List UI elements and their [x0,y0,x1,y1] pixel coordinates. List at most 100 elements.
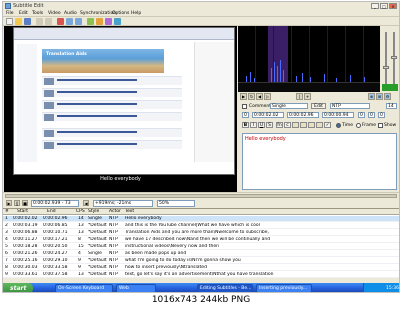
volume-slider-track[interactable] [385,32,387,88]
wave-zoom-icon[interactable]: ⊕ [368,93,375,100]
open-folder-icon[interactable] [15,18,22,25]
bold-button[interactable]: B [242,122,249,128]
taskbar-item-keyboard[interactable]: On-Screen Keyboard [55,284,113,292]
table-row[interactable]: 1 0:00:02.02 0:00:02.96 14 Single NTP He… [3,216,399,222]
table-row[interactable]: 4 0:00:11.27 0:00:17.21 8 *Default NTP w… [3,237,399,243]
replace-icon[interactable] [75,18,82,25]
play-icon[interactable]: ▶ [6,200,12,206]
step-back-icon[interactable]: ◀ [83,200,89,206]
wave-loop-icon[interactable]: ↻ [248,93,255,100]
audio-icon[interactable] [96,18,103,25]
video-frame-browser: Translation Aids [13,27,235,175]
show-label: Show [384,123,397,128]
taskbar-item-inserting[interactable]: Inserting previously... [256,284,312,292]
menu-audio[interactable]: Audio [64,11,77,16]
comment-checkbox[interactable] [242,104,247,109]
header-style[interactable]: Style [88,209,99,215]
table-row[interactable]: 7 0:00:25.16 0:00:29.10 9 *Default NTP w… [3,258,399,264]
pause-icon[interactable]: ‖ [14,200,20,206]
table-row[interactable]: 3 0:00:06.88 0:00:10.71 13 *Default NTP … [3,230,399,236]
volume-slider-knob[interactable] [383,66,389,69]
start-button[interactable]: start [3,283,33,292]
video-frame-right-column [194,42,234,162]
color-button-3[interactable] [308,122,315,128]
minimize-button[interactable]: _ [371,3,379,9]
style-select[interactable]: Single [270,103,308,109]
timing-icon[interactable] [114,18,121,25]
menu-synchronization[interactable]: Synchronization [80,11,116,16]
new-file-icon[interactable] [6,18,13,25]
color-button-2[interactable] [300,122,307,128]
margin-left-field[interactable]: 0 [358,112,365,118]
header-start[interactable]: Start [17,209,28,215]
menu-video[interactable]: Video [48,11,61,16]
wave-merge-icon[interactable]: + [304,93,311,100]
menu-tools[interactable]: Tools [32,11,43,16]
taskbar-item-editing-subtitles[interactable]: Editing Subtitles - Be... [197,284,253,292]
header-text[interactable]: Text [125,209,134,215]
speed-slider-track[interactable] [393,32,395,88]
speed-slider-knob[interactable] [391,56,397,59]
redo-icon[interactable] [45,18,52,25]
start-time-field[interactable]: 0:00:02.02 [252,112,284,118]
header-number[interactable]: # [5,209,9,215]
spell-check-icon[interactable] [57,18,64,25]
header-cps[interactable]: CPS [76,209,85,215]
audio-waveform[interactable] [238,26,380,92]
header-end[interactable]: End [47,209,56,215]
current-position-field[interactable]: 0:00:02.939 - 73 [31,200,79,207]
menu-options[interactable]: Options [112,11,129,16]
video-frame-browser-bar [14,28,234,40]
style-icon[interactable] [105,18,112,25]
margin-field[interactable]: 0 [242,112,249,118]
color-button-4[interactable] [316,122,323,128]
edit-style-button[interactable]: Edit [311,103,326,109]
duration-field[interactable]: 0:00:00.94 [322,112,354,118]
layer-field[interactable]: 14 [386,103,397,109]
header-actor[interactable]: Actor [109,209,121,215]
commit-button[interactable]: ✓ [324,122,331,128]
video-preview[interactable]: Translation Aids Hello everybody [4,26,237,192]
menu-help[interactable]: Help [131,11,141,16]
zoom-select[interactable]: 50% [157,200,195,207]
video-icon[interactable] [87,18,94,25]
menu-edit[interactable]: Edit [19,11,28,16]
margin-right-field[interactable]: 0 [368,112,375,118]
offset-field[interactable]: +919ms; -21ms [93,200,153,207]
font-color-button[interactable]: c [284,122,291,128]
time-radio[interactable] [336,123,341,128]
show-checkbox[interactable] [378,123,383,128]
system-tray-clock[interactable]: 15:36 [363,283,399,292]
maximize-button[interactable]: □ [380,3,388,9]
wave-fit-icon[interactable]: ⊞ [376,93,383,100]
subtitle-text-editor[interactable]: Hello everybody [242,133,397,190]
underline-button[interactable]: U [258,122,265,128]
strikeout-button[interactable]: S [266,122,273,128]
menu-file[interactable]: File [6,11,14,16]
undo-icon[interactable] [36,18,43,25]
table-row[interactable]: 2 0:00:03.19 0:00:06.85 13 *Default NTP … [3,223,399,229]
table-row[interactable]: 8 0:00:30.03 0:00:33.58 9 *Default NTP h… [3,265,399,271]
margin-vertical-field[interactable]: 0 [378,112,385,118]
wave-settings-icon[interactable]: ⚙ [384,93,391,100]
frame-radio[interactable] [356,123,361,128]
actor-select[interactable]: NTP [330,103,370,109]
table-row[interactable]: 6 0:00:21.26 0:00:24.27 4 Single NTP as … [3,251,399,257]
font-name-button[interactable]: fn [276,122,283,128]
close-button[interactable]: × [389,3,397,9]
save-icon[interactable] [24,18,31,25]
find-icon[interactable] [66,18,73,25]
end-time-field[interactable]: 0:00:02.96 [287,112,319,118]
wave-split-icon[interactable]: | [296,93,303,100]
taskbar-item-web[interactable]: Web [116,284,156,292]
grid-header: # Start End CPS Style Actor Text [3,209,399,215]
audio-level-indicator [382,84,398,91]
stop-icon[interactable]: ■ [22,200,28,206]
seek-timeline[interactable] [5,194,397,198]
table-row[interactable]: 5 0:00:18.28 0:00:20.50 15 *Default NTP … [3,244,399,250]
wave-prev-icon[interactable]: ◀ [256,93,263,100]
italic-button[interactable]: I [250,122,257,128]
color-button-1[interactable] [292,122,299,128]
wave-play-icon[interactable]: ▶ [240,93,247,100]
wave-next-icon[interactable]: ▷ [264,93,271,100]
